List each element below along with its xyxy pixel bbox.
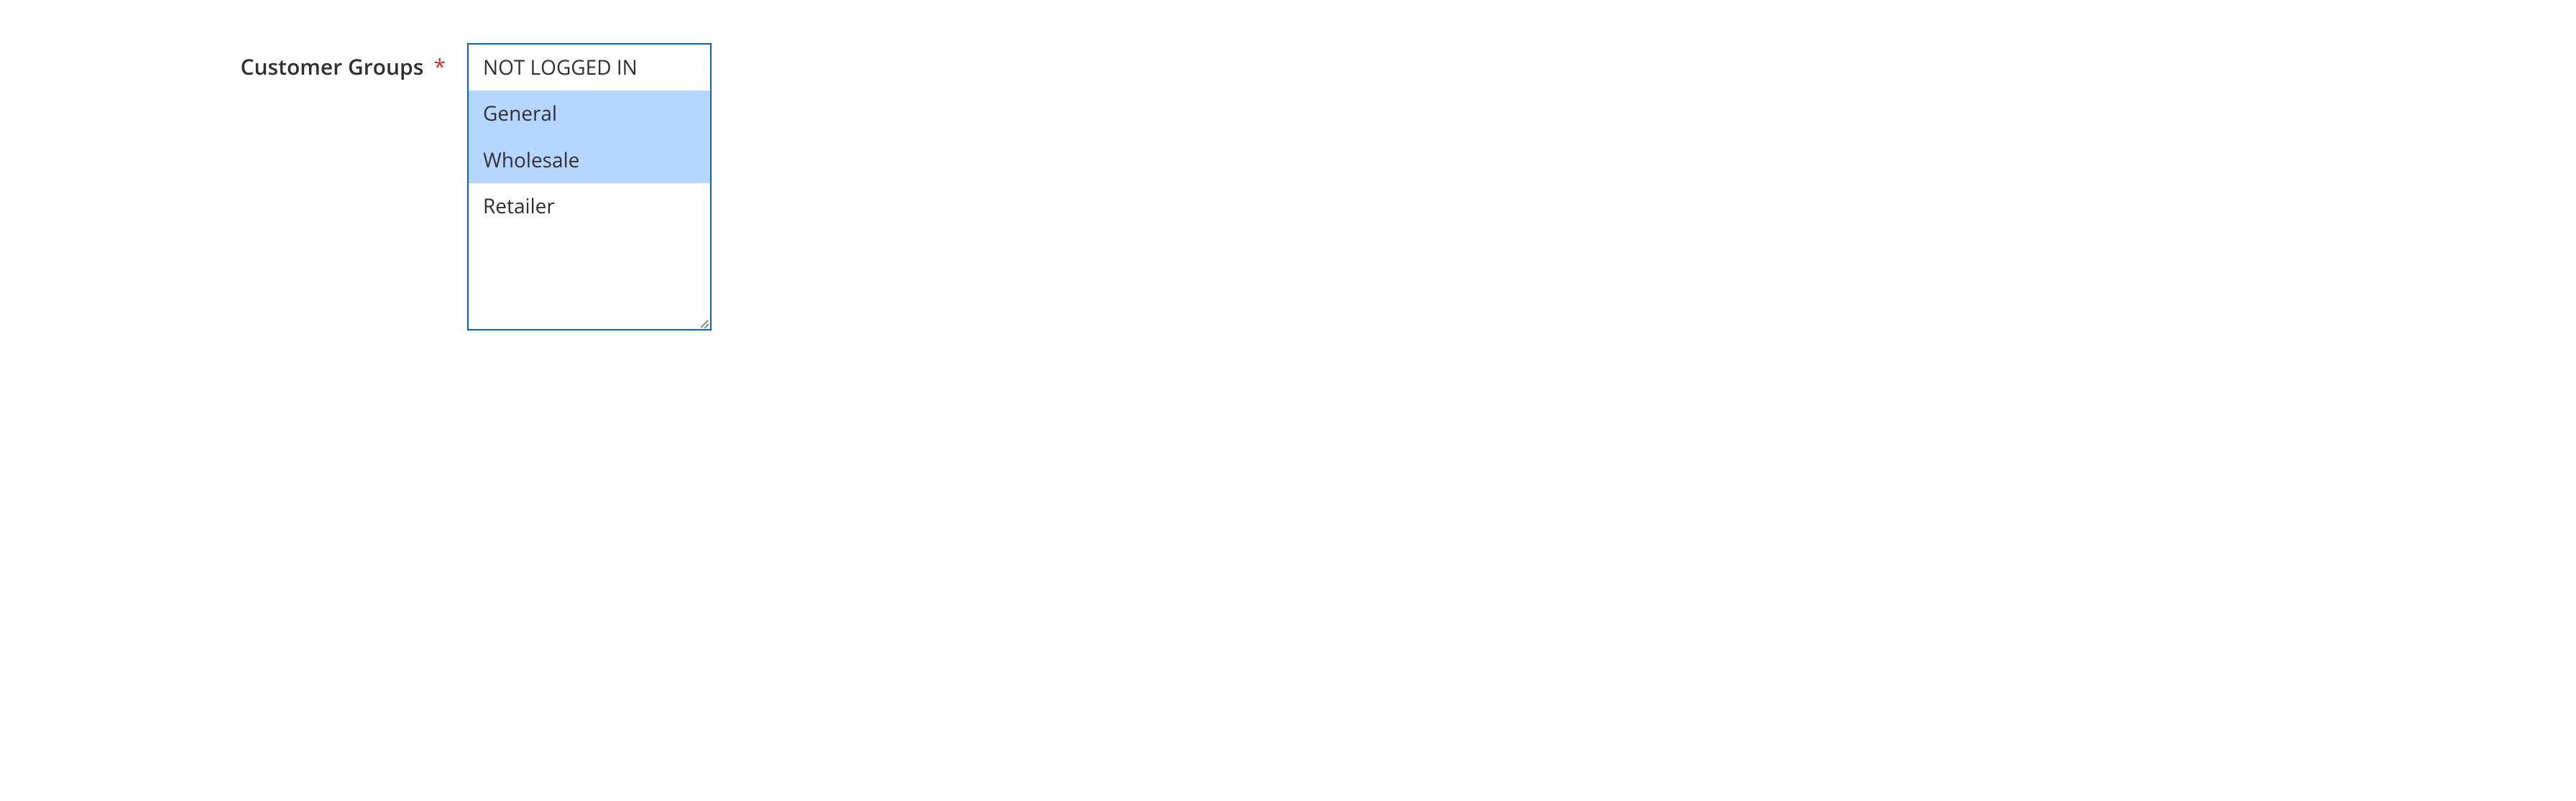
required-asterisk: * [433,52,446,81]
option-retailer[interactable]: Retailer [469,183,710,229]
option-wholesale[interactable]: Wholesale [469,137,710,183]
field-label-wrap: Customer Groups * [0,43,446,81]
customer-groups-field: Customer Groups * NOT LOGGED IN General … [0,43,2576,330]
customer-groups-multiselect[interactable]: NOT LOGGED IN General Wholesale Retailer [467,43,712,330]
field-label: Customer Groups [240,52,423,81]
option-not-logged-in[interactable]: NOT LOGGED IN [469,45,710,91]
resize-handle-icon [696,315,709,328]
option-general[interactable]: General [469,91,710,136]
